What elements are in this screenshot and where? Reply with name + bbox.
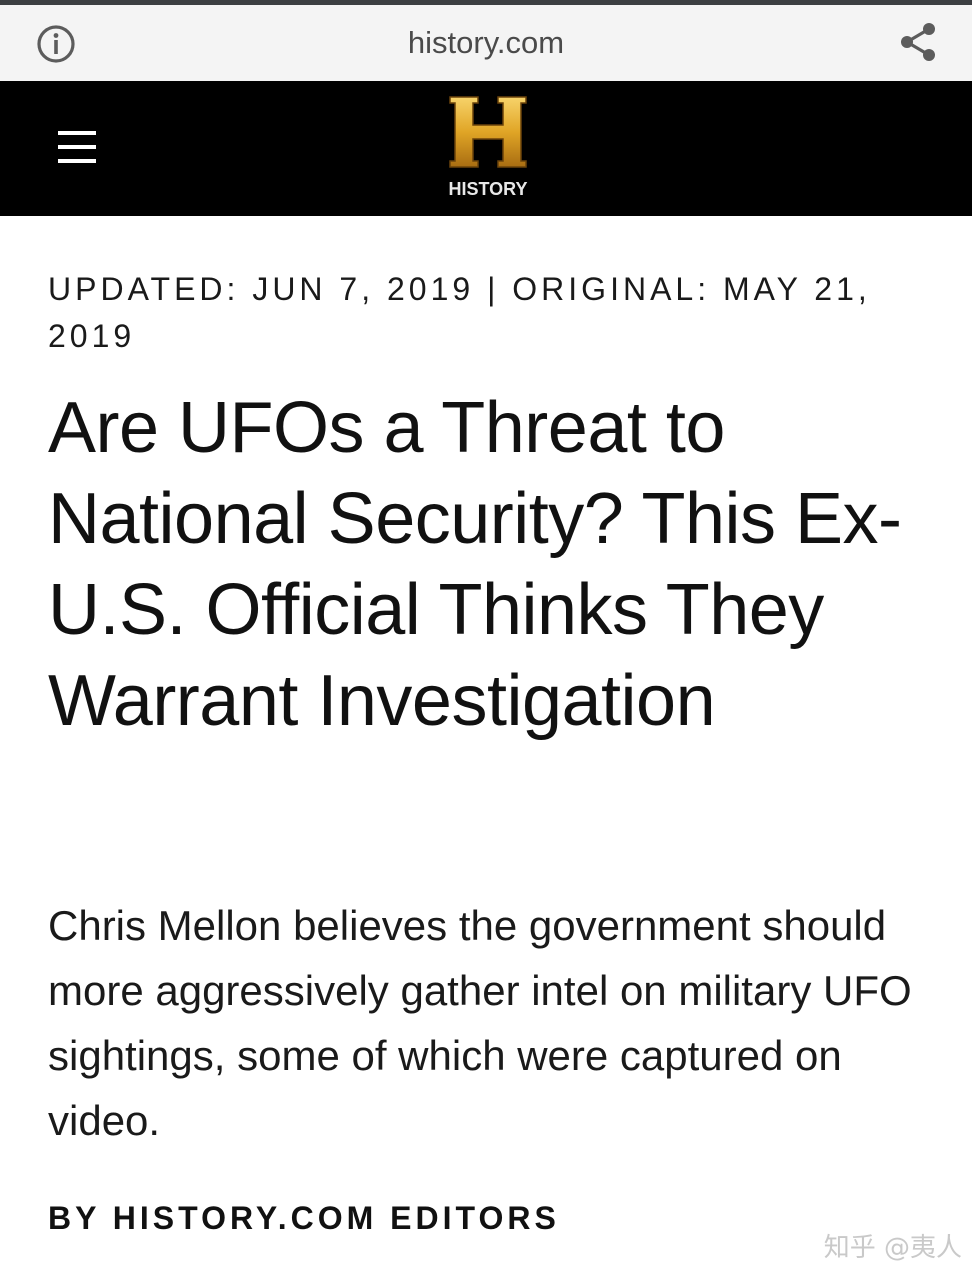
history-logo[interactable]: HISTORY	[438, 91, 538, 203]
zhihu-watermark: 知乎 @夷人	[823, 1233, 962, 1263]
browser-url-bar[interactable]: history.com	[0, 5, 972, 81]
info-icon[interactable]	[36, 24, 76, 64]
site-header: HISTORY	[0, 81, 972, 216]
article-headline: Are UFOs a Threat to National Security? …	[48, 388, 902, 741]
logo-wordmark: HISTORY	[448, 179, 528, 199]
hamburger-menu-icon[interactable]	[56, 129, 98, 165]
url-text[interactable]: history.com	[0, 5, 972, 81]
history-h-logo-icon	[449, 96, 527, 168]
article-dateline: UPDATED: JUN 7, 2019 | ORIGINAL: MAY 21,…	[48, 271, 871, 354]
article-summary: Chris Mellon believes the government sho…	[48, 902, 912, 1144]
share-icon[interactable]	[898, 20, 938, 64]
